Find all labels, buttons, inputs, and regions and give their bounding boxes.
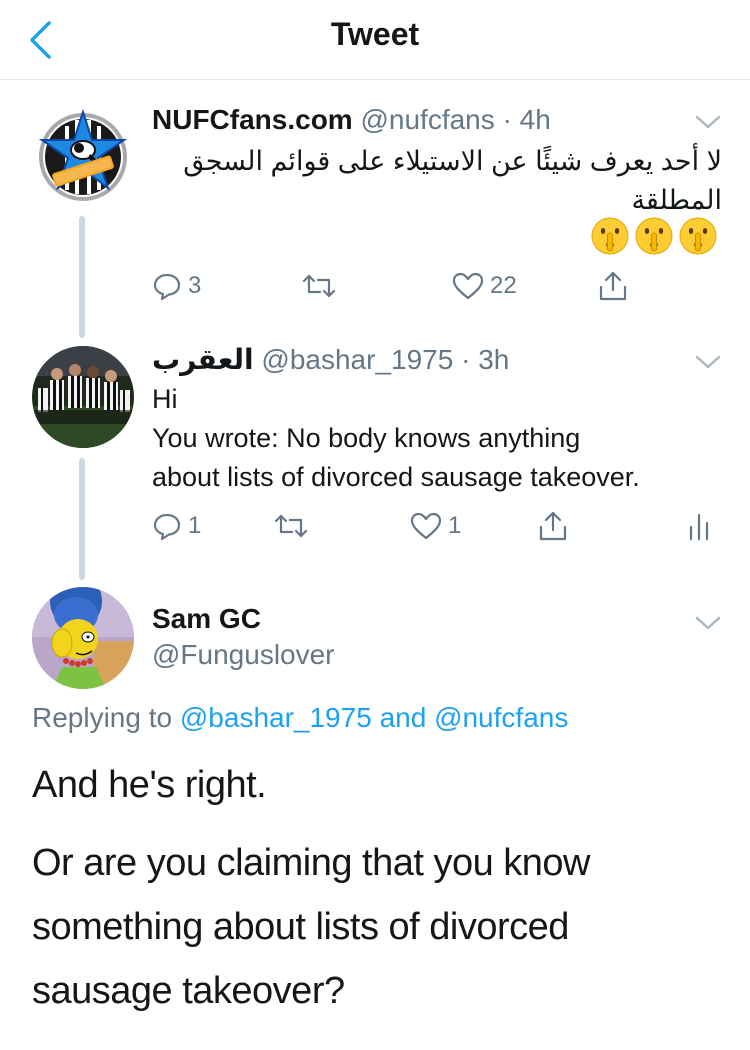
user-handle[interactable]: @bashar_1975 <box>261 344 453 375</box>
tweet-header: العقرب @bashar_1975 · 3h <box>152 342 509 378</box>
retweet-icon <box>302 274 336 298</box>
replying-prefix: Replying to <box>32 702 173 733</box>
tweet-text-line: something about lists of divorced <box>32 906 569 948</box>
tweet-header: NUFCfans.com @nufcfans · 4h <box>152 102 551 138</box>
tweet-menu-button[interactable] <box>690 605 726 641</box>
marge-simpson-avatar-image <box>32 587 134 689</box>
heart-icon <box>410 512 442 540</box>
thread-connector <box>79 216 85 338</box>
shushing-face-icon <box>635 217 673 255</box>
shushing-face-icon <box>679 217 717 255</box>
tweet-text: Hi You wrote: No body knows anything abo… <box>152 380 722 497</box>
user-handle[interactable]: @Funguslover <box>152 639 335 670</box>
tweet-text: لا أحد يعرف شيئًا عن الاستيلاء على قوائم… <box>152 142 722 220</box>
tweet-text-line: Hi <box>152 384 178 414</box>
tweet-actions: 3 22 <box>152 266 722 306</box>
tweet-text-para2: Or are you claiming that you know someth… <box>32 831 722 1023</box>
reply-icon <box>153 513 181 541</box>
top-nav-bar: Tweet <box>0 0 750 80</box>
retweet-icon <box>274 514 308 538</box>
timestamp: 3h <box>478 344 510 375</box>
like-button[interactable]: 22 <box>452 266 517 306</box>
tweet-text-line: And he's right. <box>32 764 267 806</box>
thread-tweet[interactable]: NUFCfans.com @nufcfans · 4h لا أحد يعرف … <box>0 80 750 340</box>
share-icon <box>599 271 627 301</box>
tweet-header-handle: @Funguslover <box>152 637 335 673</box>
chevron-down-icon <box>695 355 721 369</box>
tweet-menu-button[interactable] <box>690 104 726 140</box>
chevron-down-icon <box>695 115 721 129</box>
reply-button[interactable]: 1 <box>152 506 201 546</box>
timestamp: 4h <box>519 104 551 135</box>
tweet-detail-screen: Tweet NUFCfans.com @nufcfans · 4h لا أحد… <box>0 0 750 1050</box>
display-name[interactable]: Sam GC <box>152 603 261 634</box>
share-icon <box>539 511 567 541</box>
avatar-nufcfans[interactable] <box>32 106 134 208</box>
tweet-text-line: Or are you claiming that you know <box>32 842 591 884</box>
reply-count: 3 <box>188 272 202 299</box>
reply-icon <box>153 273 181 301</box>
tweet-text-para1: And he's right. <box>32 753 722 817</box>
reply-button[interactable]: 3 <box>152 266 201 306</box>
tweet-text-line: المطلقة <box>631 185 722 215</box>
nufc-logo-icon <box>32 106 134 208</box>
shushing-face-icon <box>591 217 629 255</box>
tweet-actions: 1 1 <box>152 506 722 546</box>
user-handle[interactable]: @nufcfans <box>360 104 494 135</box>
share-button[interactable] <box>538 506 568 546</box>
page-title: Tweet <box>330 16 420 52</box>
focused-tweet: Sam GC @Funguslover Replying to @bashar_… <box>0 585 750 1050</box>
separator-dot: · <box>502 104 512 135</box>
replying-and[interactable]: and <box>380 702 427 733</box>
heart-icon <box>452 272 484 300</box>
replying-to-line: Replying to @bashar_1975 and @nufcfans <box>32 702 568 734</box>
retweet-button[interactable] <box>274 506 314 546</box>
avatar-bashar[interactable] <box>32 346 134 448</box>
tweet-menu-button[interactable] <box>690 344 726 380</box>
reply-count: 1 <box>188 512 202 539</box>
retweet-button[interactable] <box>302 266 342 306</box>
chevron-down-icon <box>695 616 721 630</box>
display-name[interactable]: العقرب <box>152 344 254 375</box>
tweet-text-line: You wrote: No body knows anything <box>152 423 581 453</box>
like-count: 1 <box>448 512 462 539</box>
mention-link[interactable]: @bashar_1975 <box>180 702 372 733</box>
tweet-text-line: sausage takeover? <box>32 970 345 1012</box>
mention-link[interactable]: @nufcfans <box>434 702 568 733</box>
analytics-button[interactable] <box>688 506 710 546</box>
tweet-text-line: لا أحد يعرف شيئًا عن الاستيلاء على قوائم… <box>183 146 722 176</box>
tweet-text-line: about lists of divorced sausage takeover… <box>152 462 640 492</box>
share-button[interactable] <box>598 266 628 306</box>
avatar-sam-gc[interactable] <box>32 587 134 689</box>
thread-connector <box>79 458 85 580</box>
display-name[interactable]: NUFCfans.com <box>152 104 353 135</box>
emoji-group <box>590 216 718 256</box>
like-count: 22 <box>490 272 517 299</box>
separator-dot: · <box>461 344 471 375</box>
like-button[interactable]: 1 <box>410 506 461 546</box>
analytics-icon <box>689 513 709 541</box>
team-photo-image <box>32 346 134 448</box>
tweet-header-name: Sam GC <box>152 601 261 637</box>
thread-tweet[interactable]: العقرب @bashar_1975 · 3h Hi You wrote: N… <box>0 340 750 585</box>
